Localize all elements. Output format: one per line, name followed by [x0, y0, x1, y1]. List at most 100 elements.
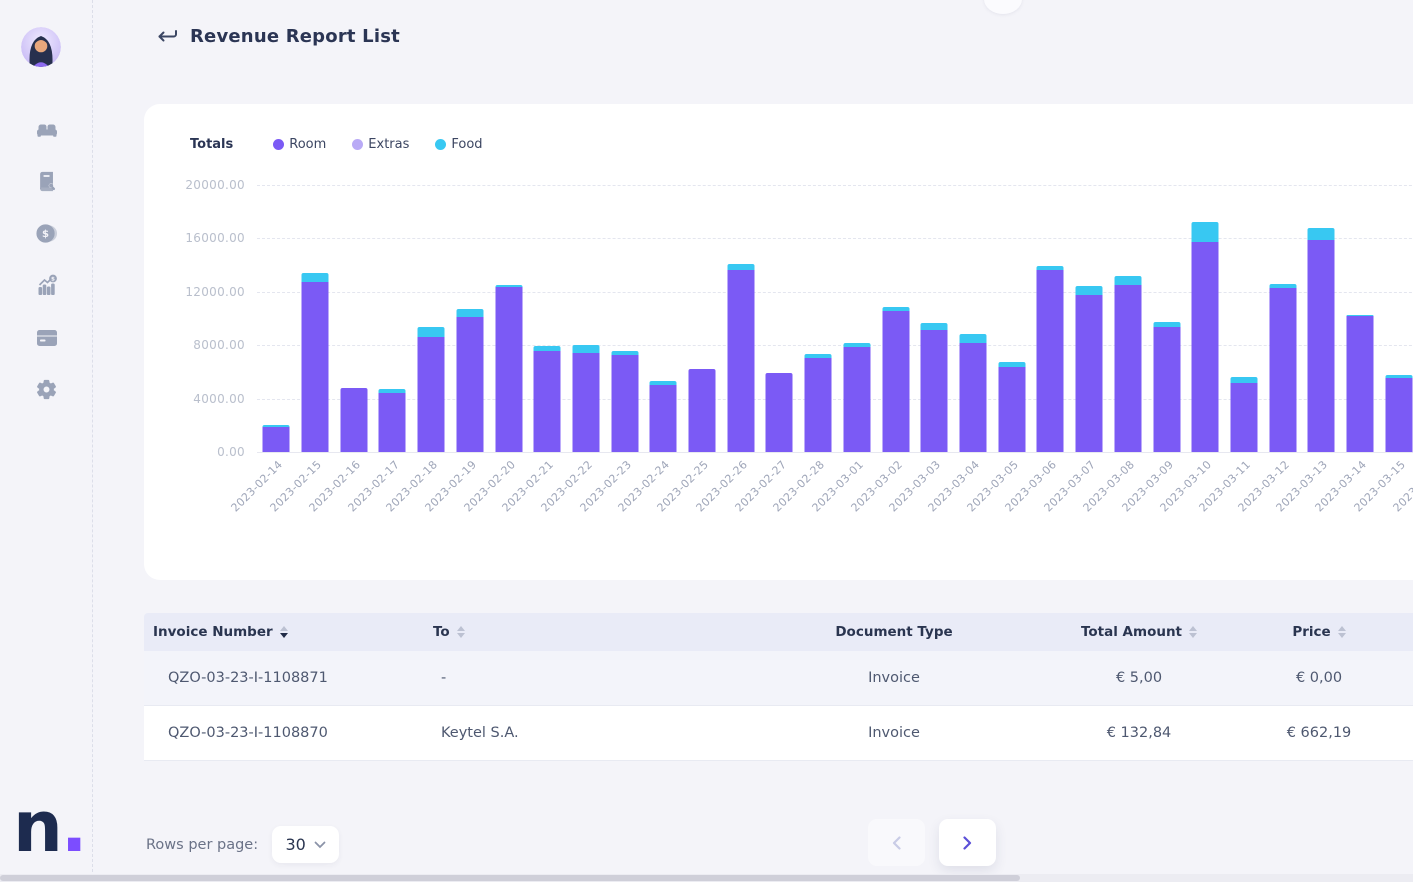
column-header-invoice-number[interactable]: Invoice Number	[144, 624, 424, 640]
back-button[interactable]	[156, 27, 178, 47]
bar-group-2023-02-25: 2023-02-25	[655, 185, 722, 515]
table-row[interactable]: QZO-03-23-I-1108870 Keytel S.A. Invoice € 1…	[144, 706, 1413, 761]
bar-stack	[495, 185, 523, 452]
chart-legend: Totals Room Extras Food	[190, 137, 509, 152]
sort-arrows-icon	[1337, 626, 1346, 638]
bar-stack	[262, 185, 290, 452]
brand-logo-letter: n	[13, 786, 63, 868]
y-axis-tick: 8000.00	[193, 338, 245, 353]
column-header-to[interactable]: To	[424, 624, 744, 640]
avatar[interactable]	[21, 27, 61, 67]
sort-arrows-icon	[1189, 626, 1198, 638]
bar-stack	[1307, 185, 1335, 452]
bar-group-2023-03-12: 2023-03-12	[1235, 185, 1302, 515]
table-row[interactable]: QZO-03-23-I-1108871 - Invoice € 5,00 € 0,00 -	[144, 651, 1413, 706]
coin-icon: $	[36, 224, 58, 243]
legend-dot-icon	[273, 139, 285, 150]
rows-per-page: Rows per page: 30	[146, 826, 340, 863]
bar-segment-room	[340, 387, 368, 452]
bar-segment-room	[765, 372, 793, 452]
prev-page-button[interactable]	[868, 819, 925, 866]
bar-segment-room	[1307, 240, 1335, 452]
bar-group-2023-02-17: 2023-02-17	[345, 185, 412, 515]
bar-group-2023-02-24: 2023-02-24	[616, 185, 683, 515]
column-header-total-amount[interactable]: Total Amount	[1044, 624, 1234, 640]
bar-segment-room	[920, 329, 948, 452]
rows-per-page-select[interactable]: 30	[272, 826, 340, 863]
bar-stack	[1075, 185, 1103, 452]
bar-segment-room	[1191, 242, 1219, 452]
y-axis-tick: 16000.00	[185, 231, 245, 246]
bar-segment-room	[262, 426, 290, 452]
bar-group-2023-03-04: 2023-03-04	[926, 185, 993, 515]
table-cell: € 0,00	[1295, 670, 1343, 686]
bar-segment-room	[1269, 287, 1297, 452]
table-cell: QZO-03-23-I-1108870	[168, 725, 328, 741]
sidebar-item-finance[interactable]: $	[27, 222, 67, 245]
bar-group-2023-02-26: 2023-02-26	[693, 185, 760, 515]
book-search-icon	[39, 171, 55, 192]
sidebar-item-bookings[interactable]	[27, 170, 67, 193]
bar-group-2023-03-02: 2023-03-02	[848, 185, 915, 515]
legend-item-extras[interactable]: Extras	[352, 137, 409, 152]
bar-segment-room	[843, 347, 871, 452]
table-cell: -	[441, 670, 447, 686]
bar-segment-room	[959, 343, 987, 452]
sidebar-item-settings[interactable]	[27, 378, 67, 401]
bar-stack	[611, 185, 639, 452]
column-header-label: Invoice Number	[153, 624, 273, 640]
bar-segment-room	[1385, 377, 1413, 452]
column-header-label: Document Type	[835, 624, 953, 640]
bar-segment-food	[456, 309, 484, 317]
sidebar-item-revenue[interactable]: $	[27, 274, 67, 297]
chevron-down-icon	[314, 841, 326, 848]
pager	[868, 819, 996, 866]
legend-dot-icon	[435, 139, 447, 150]
table-body: QZO-03-23-I-1108871 - Invoice € 5,00 € 0,00 -…	[144, 651, 1413, 761]
bar-group-2023-03-09: 2023-03-09	[1119, 185, 1186, 515]
chart-bars: 2023-02-14 2023-02-15 2023-02-16 2023-02-17…	[229, 185, 1413, 515]
bar-stack	[920, 185, 948, 452]
table-cell: € 132,84	[1106, 725, 1172, 741]
bar-stack	[1385, 185, 1413, 452]
bar-group-2023-02-19: 2023-02-19	[423, 185, 490, 515]
gridline	[257, 452, 1413, 453]
bar-stack	[1114, 185, 1142, 452]
gear-icon	[37, 379, 56, 400]
legend-item-room[interactable]: Room	[273, 137, 326, 152]
bar-segment-room	[1346, 315, 1374, 452]
rows-per-page-label: Rows per page:	[146, 836, 259, 853]
table-cell: -	[1404, 725, 1413, 741]
table-cell: Keytel S.A.	[441, 725, 519, 741]
page-header: Revenue Report List	[156, 26, 400, 47]
sidebar-item-payments[interactable]	[27, 326, 67, 349]
bar-stack	[1269, 185, 1297, 452]
svg-text:$: $	[51, 277, 55, 283]
y-axis-tick: 4000.00	[193, 391, 245, 406]
bar-segment-food	[727, 263, 755, 271]
bar-group-2023-03-10: 2023-03-10	[1158, 185, 1225, 515]
bar-stack	[572, 185, 600, 452]
next-page-button[interactable]	[939, 819, 996, 866]
bar-stack	[417, 185, 445, 452]
legend-item-food[interactable]: Food	[435, 137, 483, 152]
invoice-table: Invoice Number To Document Type Total Amoun…	[144, 613, 1413, 761]
bar-group-2023-02-21: 2023-02-21	[500, 185, 567, 515]
legend-dot-icon	[352, 139, 364, 150]
table-cell: QZO-03-23-I-1108871	[168, 670, 328, 686]
bar-segment-room	[882, 311, 910, 452]
chevron-right-icon	[963, 835, 972, 850]
bar-segment-food	[920, 323, 948, 330]
chart-dollar-icon: $	[38, 274, 57, 295]
bar-stack	[649, 185, 677, 452]
bar-stack	[804, 185, 832, 452]
bar-stack	[998, 185, 1026, 452]
sidebar-item-rooms[interactable]	[27, 118, 67, 141]
bar-group-2023-03-13: 2023-03-13	[1274, 185, 1341, 515]
sort-arrows-icon	[456, 626, 465, 638]
horizontal-scrollbar	[0, 874, 1413, 882]
column-header-price[interactable]: Price	[1234, 624, 1404, 640]
horizontal-scrollbar-thumb[interactable]	[0, 875, 1020, 881]
brand-logo[interactable]: n.	[13, 792, 87, 862]
back-arrow-icon	[158, 29, 177, 41]
